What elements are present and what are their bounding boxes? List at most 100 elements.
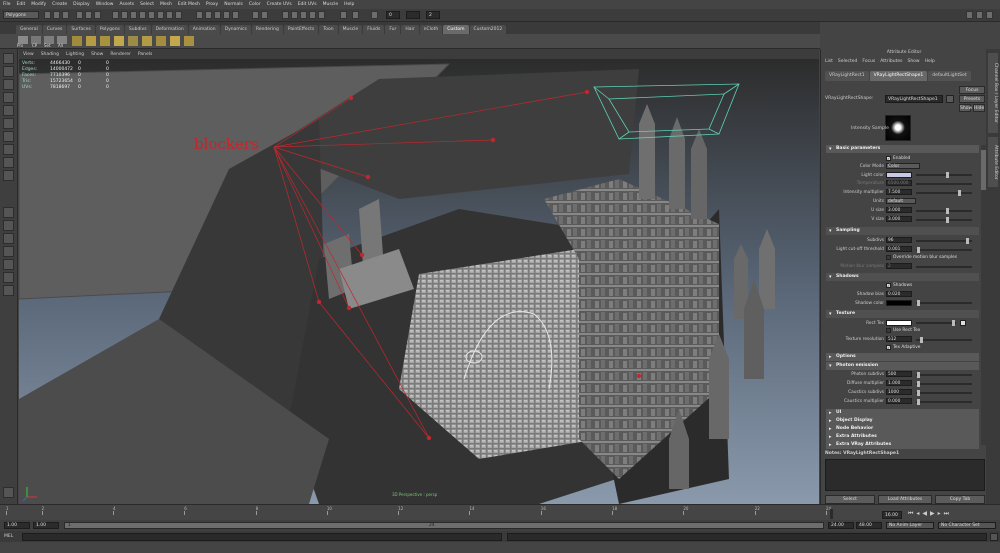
snap-point-icon[interactable] [214,11,221,19]
menu-file[interactable]: File [3,2,11,7]
layout-single-icon[interactable] [3,207,14,218]
menu-edit-mesh[interactable]: Edit Mesh [178,2,200,7]
mask-misc-icon[interactable] [175,11,182,19]
menu-select[interactable]: Select [140,2,154,7]
menu-proxy[interactable]: Proxy [206,2,218,7]
shadow-color-slider[interactable] [916,300,972,306]
section-object-display[interactable]: Object Display [826,417,979,425]
layout-hypershade-icon[interactable] [3,272,14,283]
hide-button[interactable]: Hide [973,104,985,112]
snap-plane-icon[interactable] [223,11,230,19]
slider-knob[interactable] [917,381,920,387]
toggle-channel-box-icon[interactable] [986,11,993,19]
shelf-tab-deformation[interactable]: Deformation [151,25,188,34]
save-scene-icon[interactable] [62,11,69,19]
layout-outliner-icon[interactable] [3,246,14,257]
intensity-slider[interactable] [916,190,972,196]
start-time-field[interactable]: 1.00 [4,522,30,529]
cutoff-field[interactable]: 0.001 [886,246,912,252]
menu-create[interactable]: Create [52,2,67,7]
snap-curve-icon[interactable] [205,11,212,19]
menu-help[interactable]: Help [344,2,354,7]
usize-slider[interactable] [916,208,972,214]
caustics-mult-slider[interactable] [916,399,972,405]
shelf-tab-general[interactable]: General [16,25,42,34]
tex-res-slider[interactable] [916,337,972,343]
viewport-menu-lighting[interactable]: Lighting [66,52,84,57]
shelf-tool-icon-1[interactable] [72,36,82,46]
playback-end-field[interactable]: 24.00 [828,522,854,529]
use-rect-tex-checkbox[interactable] [886,328,891,333]
shelf-tab-toon[interactable]: Toon [319,25,338,34]
input-mode-icon[interactable] [340,11,347,19]
menu-muscle[interactable]: Muscle [323,2,339,7]
shadows-checkbox[interactable]: ✓ [886,283,891,288]
shelf-tab-polygons[interactable]: Polygons [95,25,124,34]
current-time-field[interactable]: 16.00 [882,511,902,519]
mask-dynamics-icon[interactable] [157,11,164,19]
move-tool-icon[interactable] [3,92,14,103]
channel-box-tab[interactable]: Channel Box / Layer Editor [988,53,998,133]
select-component-icon[interactable] [94,11,101,19]
viewport-menu-renderer[interactable]: Renderer [110,52,131,57]
mask-deformers-icon[interactable] [148,11,155,19]
menu-assets[interactable]: Assets [119,2,134,7]
character-set-dropdown[interactable]: No Character Set [938,522,996,529]
playback-start-field[interactable]: 1.00 [33,522,59,529]
focus-button[interactable]: Focus [959,86,985,94]
menu-mesh[interactable]: Mesh [160,2,172,7]
slider-knob[interactable] [917,300,920,306]
select-button[interactable]: Select [825,495,875,504]
render-view-icon[interactable] [282,11,289,19]
ae-tab-transform[interactable]: VRayLightRect1 [825,71,869,81]
ae-attribute-list[interactable]: Basic parameters ✓ Enabled Color Mode Co… [826,145,979,495]
shelf-tab-custom[interactable]: Custom [443,25,469,34]
input-field-1[interactable]: 0 [386,11,400,19]
viewport-menu-shading[interactable]: Shading [41,52,59,57]
override-mb-checkbox[interactable] [886,255,891,260]
caustics-subdivs-field[interactable]: 1000 [886,389,912,395]
input-field-2[interactable] [406,11,420,19]
shelf-tool-icon-2[interactable] [86,36,96,46]
section-photon-emission[interactable]: Photon emission [826,362,979,370]
light-color-slider[interactable] [916,172,972,178]
viewport-menu-view[interactable]: View [23,52,34,57]
shelf-tool-icon-9[interactable] [184,36,194,46]
menu-normals[interactable]: Normals [224,2,243,7]
shelf-tool-icon-6[interactable] [142,36,152,46]
last-tool-icon[interactable] [3,170,14,181]
mask-rendering-icon[interactable] [166,11,173,19]
mask-joints-icon[interactable] [121,11,128,19]
viewport-menu-panels[interactable]: Panels [138,52,152,57]
select-tool-icon[interactable] [3,53,14,64]
module-select[interactable]: Polygons [3,11,39,19]
presets-button[interactable]: Presets [959,95,985,103]
cutoff-slider[interactable] [916,247,972,253]
section-options[interactable]: Options [826,353,979,361]
mask-surfaces-icon[interactable] [139,11,146,19]
diffuse-mult-slider[interactable] [916,381,972,387]
shelf-tab-rendering[interactable]: Rendering [251,25,283,34]
layout-side-icon[interactable] [3,233,14,244]
show-manipulator-icon[interactable] [3,157,14,168]
mel-label[interactable]: MEL [4,534,13,539]
load-attributes-button[interactable]: Load Attributes [878,495,932,504]
slider-knob[interactable] [920,337,923,343]
section-shadows[interactable]: Shadows [826,273,979,281]
snap-together-icon[interactable] [352,11,359,19]
menu-edit[interactable]: Edit [17,2,26,7]
snap-grid-icon[interactable] [196,11,203,19]
slider-knob[interactable] [946,217,949,223]
rotate-tool-icon[interactable] [3,105,14,116]
shelf-tab-curves[interactable]: Curves [42,25,67,34]
slider-knob[interactable] [917,247,920,253]
script-editor-icon[interactable] [990,533,998,541]
menu-create-uvs[interactable]: Create UVs [267,2,292,7]
new-scene-icon[interactable] [44,11,51,19]
show-button[interactable]: Show [959,104,972,112]
ae-menu-list[interactable]: List [825,58,833,66]
section-texture[interactable]: Texture [826,310,979,318]
slider-knob[interactable] [946,172,949,178]
shelf-tab-subdivs[interactable]: Subdivs [124,25,151,34]
shadow-color-swatch[interactable] [886,300,912,306]
